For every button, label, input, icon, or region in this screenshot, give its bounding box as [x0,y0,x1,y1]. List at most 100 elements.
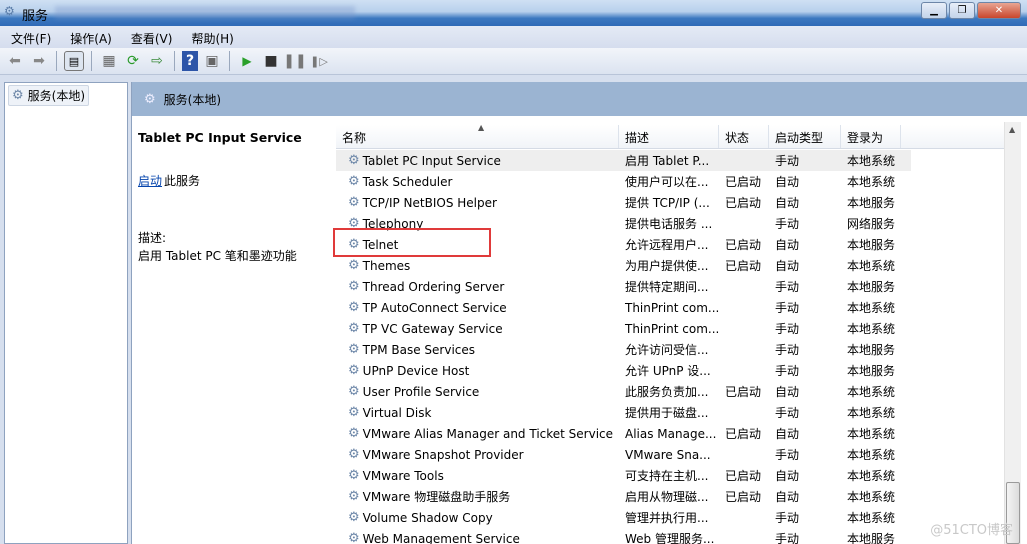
cell-name: ⚙ TP VC Gateway Service [336,322,619,336]
cell-description: 为用户提供使... [625,259,709,273]
cell-description: ThinPrint com... [625,321,719,336]
menu-action[interactable]: 操作(A) [59,26,120,48]
cell-name: ⚙ VMware 物理磁盘助手服务 [336,488,619,505]
cell-description: Alias Manage... [625,426,717,441]
table-row[interactable]: ⚙ TP AutoConnect Service ThinPrint com... 手… [336,297,911,318]
cell-log-on-as: 本地系统 [847,259,896,273]
table-row[interactable]: ⚙ Task Scheduler 使用户可以在... 已启动 自动 本地系统 [336,171,911,192]
cell-log-on-as: 本地服务 [847,343,896,357]
service-gear-icon: ⚙ [348,510,360,525]
start-service-icon[interactable]: ▶ [237,51,257,71]
table-row[interactable]: ⚙ VMware Tools 可支持在主机... 已启动 自动 本地系统 [336,465,911,486]
cell-name: ⚙ Volume Shadow Copy [336,511,619,525]
tree-node-services-local[interactable]: ⚙ 服务(本地) [8,85,90,106]
stop-service-icon[interactable]: ■ [261,51,281,71]
menu-view[interactable]: 查看(V) [120,26,181,48]
service-name: Web Management Service [362,531,520,544]
service-name: VMware Snapshot Provider [362,447,524,462]
table-row[interactable]: ⚙ VMware Snapshot Provider VMware Sna... 手动… [336,444,911,465]
cell-name: ⚙ VMware Snapshot Provider [336,448,619,462]
table-row[interactable]: ⚙ Thread Ordering Server 提供特定期间... 手动 本地服务 [336,276,911,297]
properties-icon[interactable]: ▦ [99,51,119,71]
service-gear-icon: ⚙ [348,405,360,420]
cell-description: Web 管理服务... [625,532,715,544]
table-row[interactable]: ⚙ TCP/IP NetBIOS Helper 提供 TCP/IP (... 已启动自… [336,192,911,213]
title-bar: ⚙ 服务 ▁ ❐ ✕ [0,0,1027,26]
column-name[interactable]: ▲ 名称 [336,123,619,148]
cell-description: 提供 TCP/IP (... [625,196,710,210]
gear-icon: ⚙ [12,88,24,103]
close-button[interactable]: ✕ [977,2,1021,19]
menu-help[interactable]: 帮助(H) [180,26,241,48]
cell-description: 此服务负责加... [625,385,709,399]
service-name: Tablet PC Input Service [362,153,501,168]
cell-name: ⚙ Web Management Service [336,532,619,544]
service-gear-icon: ⚙ [348,447,360,462]
cell-log-on-as: 本地系统 [847,385,896,399]
table-row[interactable]: ⚙ Virtual Disk 提供用于磁盘... 手动 本地系统 [336,402,911,423]
table-row[interactable]: ⚙ Volume Shadow Copy 管理并执行用... 手动 本地系统 [336,507,911,528]
vertical-scrollbar[interactable]: ▲ [1004,122,1021,544]
table-row[interactable]: ⚙ Tablet PC Input Service 启用 Tablet P... 手动… [336,150,911,171]
help-icon[interactable]: ? [182,51,198,71]
forward-icon[interactable]: ➡ [29,51,49,71]
service-name: Virtual Disk [362,405,432,420]
table-row[interactable]: ⚙ TP VC Gateway Service ThinPrint com... 手动… [336,318,911,339]
service-gear-icon: ⚙ [348,363,360,378]
cell-description: 管理并执行用... [625,511,709,525]
table-row[interactable]: ⚙ VMware Alias Manager and Ticket Service… [336,423,911,444]
service-gear-icon: ⚙ [348,174,360,189]
action-pane-icon[interactable]: ▣ [202,51,222,71]
restore-button[interactable]: ❐ [949,2,975,19]
scroll-up-icon[interactable]: ▲ [1009,125,1015,134]
back-icon[interactable]: ⬅ [5,51,25,71]
table-row[interactable]: ⚙ Themes 为用户提供使... 已启动 自动 本地系统 [336,255,911,276]
column-startup-type[interactable]: 启动类型 [769,125,841,148]
cell-description: 允许访问受信... [625,343,709,357]
refresh-icon[interactable]: ⟳ [123,51,143,71]
column-status[interactable]: 状态 [719,125,769,148]
start-service-link[interactable]: 启动 [138,172,162,189]
show-hide-tree-icon[interactable]: ▤ [64,51,84,71]
cell-name: ⚙ Thread Ordering Server [336,280,619,294]
cell-log-on-as: 本地系统 [847,154,896,168]
table-body: ⚙ Tablet PC Input Service 启用 Tablet P... 手动… [336,150,911,544]
table-row[interactable]: ⚙ UPnP Device Host 允许 UPnP 设... 手动 本地服务 [336,360,911,381]
cell-status: 已启动 [725,259,762,273]
service-gear-icon: ⚙ [348,531,360,544]
service-gear-icon: ⚙ [348,426,360,441]
column-description[interactable]: 描述 [619,125,719,148]
start-link-suffix: 此服务 [164,174,201,188]
cell-startup-type: 手动 [775,217,800,231]
pause-service-icon[interactable]: ❚❚ [283,51,306,71]
column-log-on-as[interactable]: 登录为 [841,125,901,148]
cell-log-on-as: 本地服务 [847,196,896,210]
panel-title: 服务(本地) [163,92,222,107]
service-gear-icon: ⚙ [348,342,360,357]
export-list-icon[interactable]: ⇨ [147,51,167,71]
service-name: User Profile Service [362,384,480,399]
cell-description: ThinPrint com... [625,300,719,315]
description-label: 描述: [138,231,167,245]
cell-name: ⚙ Tablet PC Input Service [336,154,619,168]
cell-startup-type: 自动 [775,427,800,441]
cell-name: ⚙ Task Scheduler [336,175,619,189]
cell-description: 允许 UPnP 设... [625,364,711,378]
cell-startup-type: 自动 [775,490,800,504]
cell-startup-type: 手动 [775,406,800,420]
cell-startup-type: 自动 [775,196,800,210]
table-row[interactable]: ⚙ VMware 物理磁盘助手服务 启用从物理磁... 已启动 自动 本地系统 [336,486,911,507]
cell-startup-type: 自动 [775,469,800,483]
restart-service-icon[interactable]: ❚▷ [309,51,329,71]
table-row[interactable]: ⚙ User Profile Service 此服务负责加... 已启动 自动 本地系统 [336,381,911,402]
cell-startup-type: 手动 [775,154,800,168]
window-title: 服务 [22,9,49,24]
toolbar: ⬅ ➡ ▤ ▦ ⟳ ⇨ ? ▣ ▶ ■ ❚❚ ❚▷ [0,48,1027,75]
cell-log-on-as: 本地系统 [847,511,896,525]
table-row[interactable]: ⚙ Web Management Service Web 管理服务... 手动 本地服务 [336,528,911,544]
cell-log-on-as: 本地系统 [847,490,896,504]
minimize-button[interactable]: ▁ [921,2,947,19]
console-tree: ⚙ 服务(本地) [4,82,128,544]
table-row[interactable]: ⚙ TPM Base Services 允许访问受信... 手动 本地服务 [336,339,911,360]
menu-file[interactable]: 文件(F) [0,26,59,48]
